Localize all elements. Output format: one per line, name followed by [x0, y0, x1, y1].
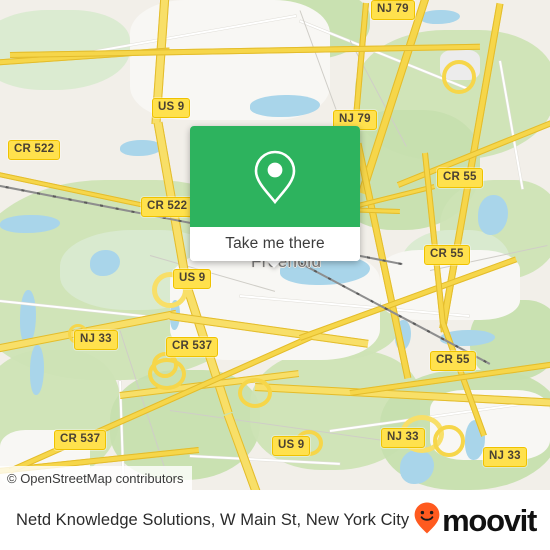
- location-popup-card[interactable]: Take me there: [190, 126, 360, 261]
- road-shield: CR 522: [8, 140, 61, 160]
- footer-location-title: Netd Knowledge Solutions, W Main St, New…: [16, 510, 410, 529]
- map-pin-icon: [252, 148, 298, 206]
- map-interchange: [433, 425, 465, 457]
- road-shield: CR 55: [430, 351, 476, 371]
- road-shield: NJ 79: [371, 0, 415, 20]
- map-interchange: [442, 60, 476, 94]
- road-shield: CR 537: [54, 430, 107, 450]
- footer-content: Netd Knowledge Solutions, W Main St, New…: [0, 490, 550, 550]
- road-shield: CR 537: [166, 337, 219, 357]
- road-shield: CR 522: [141, 197, 194, 217]
- road-shield: NJ 33: [483, 447, 527, 467]
- road-shield: US 9: [272, 436, 311, 456]
- moovit-logo[interactable]: moovit: [413, 501, 537, 540]
- road-shield: US 9: [152, 98, 191, 118]
- take-me-there-button[interactable]: Take me there: [190, 227, 360, 261]
- osm-attribution[interactable]: © OpenStreetMap contributors: [0, 466, 192, 490]
- road-shield: NJ 33: [74, 330, 118, 350]
- map-interchange: [148, 358, 186, 390]
- road-shield: CR 55: [437, 168, 483, 188]
- road-shield: US 9: [173, 269, 212, 289]
- map-interchange: [238, 378, 272, 408]
- map-screenshot: Freehold NJ 79 US 9 NJ 79 CR 522 CR 55 CR 522…: [0, 0, 550, 550]
- footer-bar: Netd Knowledge Solutions, W Main St, New…: [0, 490, 550, 550]
- popup-pin-area: [190, 126, 360, 227]
- road-shield: CR 55: [424, 245, 470, 265]
- moovit-wordmark: moovit: [442, 502, 537, 538]
- road-shield: NJ 33: [381, 428, 425, 448]
- map-canvas[interactable]: Freehold NJ 79 US 9 NJ 79 CR 522 CR 55 CR 522…: [0, 0, 550, 490]
- moovit-pin-smile-icon: [413, 501, 441, 540]
